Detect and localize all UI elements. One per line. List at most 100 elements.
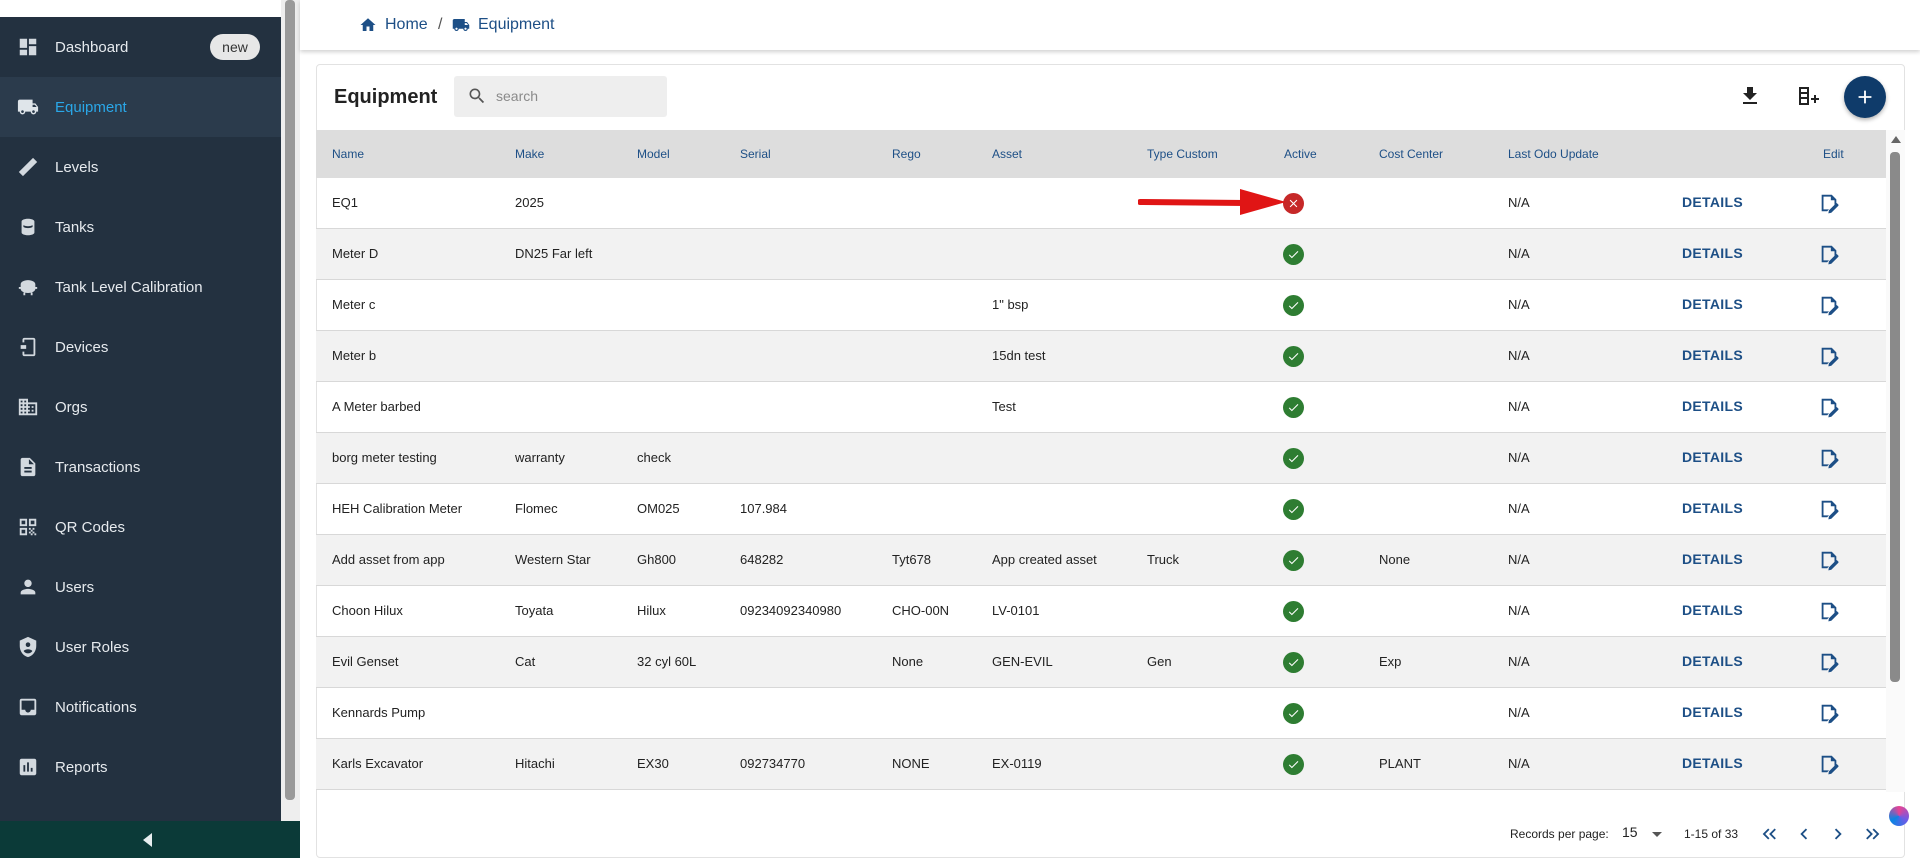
sidebar-scrollbar-thumb[interactable] <box>285 0 295 800</box>
edit-icon[interactable] <box>1818 294 1840 316</box>
assistant-logo-icon[interactable] <box>1889 806 1909 826</box>
search-box[interactable] <box>454 76 667 117</box>
sidebar-item-orgs[interactable]: Orgs <box>0 377 281 437</box>
edit-icon[interactable] <box>1818 345 1840 367</box>
add-column-button[interactable] <box>1795 83 1821 109</box>
edit-icon[interactable] <box>1818 447 1840 469</box>
search-input[interactable] <box>496 84 656 108</box>
chevron-left-icon <box>1800 828 1808 840</box>
details-link[interactable]: DETAILS <box>1682 194 1743 210</box>
sidebar-item-reports[interactable]: Reports <box>0 737 281 797</box>
column-header-active[interactable]: Active <box>1284 147 1317 161</box>
sidebar-item-equipment[interactable]: Equipment <box>0 77 281 137</box>
breadcrumb-home[interactable]: Home <box>359 16 428 34</box>
details-link[interactable]: DETAILS <box>1682 602 1743 618</box>
column-header-last-odo-update[interactable]: Last Odo Update <box>1508 147 1599 161</box>
edit-icon[interactable] <box>1818 192 1840 214</box>
sidebar-item-tank-level-calibration[interactable]: Tank Level Calibration <box>0 257 281 317</box>
column-header-asset[interactable]: Asset <box>992 147 1022 161</box>
edit-icon[interactable] <box>1818 498 1840 520</box>
cell-last-odo: N/A <box>1508 705 1530 720</box>
table-row[interactable]: Karls Excavator Hitachi EX30 092734770 NONE E… <box>316 739 1886 790</box>
cell-name: Meter b <box>332 348 377 363</box>
details-link[interactable]: DETAILS <box>1682 245 1743 261</box>
cell-make: Toyata <box>515 603 554 618</box>
search-icon <box>467 86 487 106</box>
details-link[interactable]: DETAILS <box>1682 347 1743 363</box>
column-header-cost-center[interactable]: Cost Center <box>1379 147 1443 161</box>
details-link[interactable]: DETAILS <box>1682 755 1743 771</box>
sidebar-item-devices[interactable]: Devices <box>0 317 281 377</box>
edit-icon[interactable] <box>1818 396 1840 418</box>
scroll-up-icon[interactable] <box>1891 136 1901 143</box>
table-row[interactable]: Meter b 15dn test N/A DETAILS <box>316 331 1886 382</box>
sidebar-item-levels[interactable]: Levels <box>0 137 281 197</box>
details-link[interactable]: DETAILS <box>1682 500 1743 516</box>
sidebar-item-users[interactable]: Users <box>0 557 281 617</box>
details-link[interactable]: DETAILS <box>1682 449 1743 465</box>
cell-name: borg meter testing <box>332 450 437 465</box>
table-row[interactable]: Evil Genset Cat 32 cyl 60L None GEN-EVIL Gen E… <box>316 637 1886 688</box>
edit-icon[interactable] <box>1818 651 1840 673</box>
edit-icon[interactable] <box>1818 702 1840 724</box>
table-row[interactable]: Meter c 1" bsp N/A DETAILS <box>316 280 1886 331</box>
table-scrollbar-thumb[interactable] <box>1890 152 1900 682</box>
next-page-button[interactable] <box>1827 823 1849 845</box>
top-bar: Home / Equipment <box>300 0 1920 50</box>
sidebar-item-notifications[interactable]: Notifications <box>0 677 281 737</box>
cell-type-custom: Gen <box>1147 654 1172 669</box>
cell-name: Karls Excavator <box>332 756 424 771</box>
edit-icon[interactable] <box>1818 243 1840 265</box>
column-header-model[interactable]: Model <box>637 147 670 161</box>
edit-icon[interactable] <box>1818 753 1840 775</box>
table-row[interactable] <box>316 790 1886 792</box>
breadcrumb-equipment[interactable]: Equipment <box>452 16 555 34</box>
table-row[interactable]: EQ1 2025 N/A DETAILS <box>316 178 1886 229</box>
table-row[interactable]: Add asset from app Western Star Gh800 64828… <box>316 535 1886 586</box>
column-header-rego[interactable]: Rego <box>892 147 921 161</box>
column-header-name[interactable]: Name <box>332 147 364 161</box>
sidebar-item-user-roles[interactable]: User Roles <box>0 617 281 677</box>
table-row[interactable]: borg meter testing warranty check N/A DETAIL… <box>316 433 1886 484</box>
sidebar-collapse-button[interactable] <box>0 821 300 858</box>
cell-last-odo: N/A <box>1508 450 1530 465</box>
first-page-button[interactable] <box>1759 823 1781 845</box>
cell-asset: 15dn test <box>992 348 1046 363</box>
table-scrollbar[interactable] <box>1886 130 1905 792</box>
previous-page-button[interactable] <box>1793 823 1815 845</box>
cell-name: Add asset from app <box>332 552 445 567</box>
edit-icon[interactable] <box>1818 549 1840 571</box>
last-page-button[interactable] <box>1861 823 1883 845</box>
calibration-icon <box>17 276 39 298</box>
details-link[interactable]: DETAILS <box>1682 653 1743 669</box>
table-row[interactable]: A Meter barbed Test N/A DETAILS <box>316 382 1886 433</box>
sidebar-item-transactions[interactable]: Transactions <box>0 437 281 497</box>
table-row[interactable]: Kennards Pump N/A DETAILS <box>316 688 1886 739</box>
details-link[interactable]: DETAILS <box>1682 704 1743 720</box>
table-row[interactable]: Meter D DN25 Far left N/A DETAILS <box>316 229 1886 280</box>
sidebar-item-qr-codes[interactable]: QR Codes <box>0 497 281 557</box>
sidebar-item-label: Levels <box>55 158 99 176</box>
column-header-serial[interactable]: Serial <box>740 147 771 161</box>
table-row[interactable]: Choon Hilux Toyata Hilux 09234092340980 CHO-… <box>316 586 1886 637</box>
sidebar-item-label: Dashboard <box>55 38 129 56</box>
add-equipment-button[interactable] <box>1844 76 1886 118</box>
edit-icon[interactable] <box>1818 600 1840 622</box>
cell-last-odo: N/A <box>1508 603 1530 618</box>
details-link[interactable]: DETAILS <box>1682 296 1743 312</box>
sidebar-item-dashboard[interactable]: Dashboard new <box>0 17 281 77</box>
column-add-icon <box>1799 87 1819 105</box>
sidebar-item-tanks[interactable]: Tanks <box>0 197 281 257</box>
records-per-page-select[interactable]: 15 <box>1622 824 1664 846</box>
details-link[interactable]: DETAILS <box>1682 551 1743 567</box>
download-button[interactable] <box>1737 83 1763 109</box>
cell-cost-center: PLANT <box>1379 756 1421 771</box>
sidebar-item-label: Transactions <box>55 458 141 476</box>
details-link[interactable]: DETAILS <box>1682 398 1743 414</box>
column-header-make[interactable]: Make <box>515 147 544 161</box>
column-header-type-custom[interactable]: Type Custom <box>1147 147 1218 161</box>
table-row[interactable]: HEH Calibration Meter Flomec OM025 107.984 N… <box>316 484 1886 535</box>
breadcrumb-current-label: Equipment <box>478 16 555 33</box>
table-header: Name Make Model Serial Rego Asset Type C… <box>316 130 1886 178</box>
sidebar: Dashboard new Equipment Levels Tanks Tan… <box>0 17 281 821</box>
